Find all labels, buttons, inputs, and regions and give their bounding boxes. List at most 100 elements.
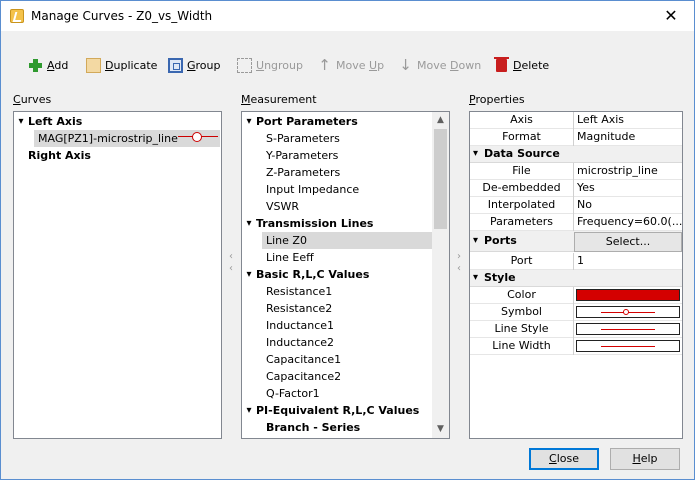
measurement-item[interactable]: Z-Parameters	[266, 164, 340, 181]
prop-name: De-embedded	[470, 180, 574, 197]
splitter-left[interactable]: ‹ ‹	[227, 251, 235, 291]
measurement-item[interactable]: Resistance2	[266, 300, 332, 317]
move-down-label: Move Down	[417, 58, 482, 72]
title-bar: Manage Curves - Z0_vs_Width ✕	[1, 1, 694, 31]
symbol-swatch[interactable]	[576, 306, 680, 318]
tree-node-left-axis[interactable]: Left Axis	[28, 113, 82, 130]
duplicate-label: Duplicate	[105, 58, 158, 72]
arrow-up-icon: ↑	[318, 55, 331, 74]
measurement-item[interactable]: Line Z0	[266, 232, 307, 249]
move-down-button[interactable]: ↓ Move Down	[398, 55, 481, 75]
prop-row-color[interactable]: Color	[470, 287, 682, 304]
trash-icon	[494, 56, 509, 72]
prop-row-deembedded[interactable]: De-embedded Yes	[470, 180, 682, 197]
scroll-down-icon[interactable]: ▼	[432, 421, 449, 438]
ungroup-icon	[237, 57, 252, 73]
measurement-item[interactable]: Branch - Series	[266, 419, 360, 436]
tree-node-right-axis[interactable]: Right Axis	[28, 147, 91, 164]
chevron-right-icon: ›	[457, 251, 461, 262]
prop-value[interactable]: No	[574, 197, 682, 214]
move-up-label: Move Up	[336, 58, 385, 72]
group-icon	[168, 57, 183, 73]
measurement-item[interactable]: Inductance2	[266, 334, 334, 351]
measurement-item[interactable]: Q-Factor1	[266, 385, 320, 402]
prop-value[interactable]: Frequency=60.0(...	[574, 214, 682, 231]
measurement-item[interactable]: S-Parameters	[266, 130, 340, 147]
measurement-item[interactable]: Inductance1	[266, 317, 334, 334]
prop-row-format[interactable]: Format Magnitude	[470, 129, 682, 146]
collapse-icon[interactable]: ▾	[16, 113, 26, 130]
prop-row-file[interactable]: File microstrip_line	[470, 163, 682, 180]
move-up-button[interactable]: ↑ Move Up	[317, 55, 384, 75]
prop-value[interactable]: Magnitude	[574, 129, 682, 146]
measurement-tree[interactable]: ▾ Port Parameters S-Parameters Y-Parameters…	[241, 111, 450, 439]
prop-row-interpolated[interactable]: Interpolated No	[470, 197, 682, 214]
prop-name: Parameters	[470, 214, 574, 231]
prop-row-parameters[interactable]: Parameters Frequency=60.0(...	[470, 214, 682, 231]
window-title: Manage Curves - Z0_vs_Width	[31, 9, 213, 23]
measurement-item[interactable]: Capacitance2	[266, 368, 341, 385]
collapse-icon[interactable]: ▾	[244, 215, 254, 232]
scroll-up-icon[interactable]: ▲	[432, 112, 449, 129]
prop-name: Interpolated	[470, 197, 574, 214]
prop-value[interactable]: 1	[574, 253, 682, 270]
group-label: Group	[187, 58, 221, 72]
scroll-thumb[interactable]	[434, 129, 447, 229]
duplicate-icon	[86, 57, 101, 73]
color-swatch[interactable]	[576, 289, 680, 301]
prop-value[interactable]: Yes	[574, 180, 682, 197]
help-button[interactable]: Help	[610, 448, 680, 470]
ports-label: Ports	[484, 234, 517, 247]
prop-row-axis[interactable]: Axis Left Axis	[470, 112, 682, 129]
measurement-category[interactable]: Transmission Lines	[256, 215, 373, 232]
close-button[interactable]: Close	[529, 448, 599, 470]
manage-curves-dialog: Manage Curves - Z0_vs_Width ✕ Add Duplic…	[0, 0, 695, 480]
delete-button[interactable]: Delete	[494, 55, 549, 75]
add-label: Add	[47, 58, 69, 72]
properties-grid: Axis Left Axis Format Magnitude Data Sou…	[469, 111, 683, 439]
measurement-category[interactable]: Basic R,L,C Values	[256, 266, 369, 283]
duplicate-button[interactable]: Duplicate	[86, 55, 157, 75]
prop-category-data-source[interactable]: Data Source	[470, 146, 682, 163]
line-width-swatch[interactable]	[576, 340, 680, 352]
chevron-left-icon: ‹	[457, 263, 461, 274]
measurement-scrollbar[interactable]: ▲ ▼	[432, 112, 449, 438]
curves-tree[interactable]: ▾ Left Axis MAG[PZ1]-microstrip_line Rig…	[13, 111, 222, 439]
tree-node-curve[interactable]: MAG[PZ1]-microstrip_line	[38, 130, 178, 147]
prop-row-line-width[interactable]: Line Width	[470, 338, 682, 355]
select-ports-button[interactable]: Select...	[574, 232, 682, 252]
group-button[interactable]: Group	[168, 55, 221, 75]
curves-label: Curves	[13, 93, 52, 106]
prop-row-symbol[interactable]: Symbol	[470, 304, 682, 321]
prop-name: Line Style	[470, 321, 574, 338]
measurement-item[interactable]: VSWR	[266, 198, 299, 215]
prop-name: Format	[470, 129, 574, 146]
prop-name: Symbol	[470, 304, 574, 321]
prop-row-port[interactable]: Port 1	[470, 253, 682, 270]
chevron-left-icon: ‹	[229, 251, 233, 262]
measurement-item[interactable]: Capacitance1	[266, 351, 341, 368]
line-style-swatch[interactable]	[576, 323, 680, 335]
collapse-icon[interactable]: ▾	[244, 266, 254, 283]
prop-name: Port	[470, 253, 574, 270]
ungroup-button[interactable]: Ungroup	[237, 55, 303, 75]
collapse-icon[interactable]: ▾	[244, 113, 254, 130]
prop-name: Color	[470, 287, 574, 304]
measurement-category[interactable]: PI-Equivalent R,L,C Values	[256, 402, 419, 419]
measurement-item[interactable]: Y-Parameters	[266, 147, 338, 164]
prop-name: Line Width	[470, 338, 574, 355]
collapse-icon[interactable]: ▾	[244, 402, 254, 419]
prop-category-style[interactable]: Style	[470, 270, 682, 287]
app-icon	[10, 9, 24, 23]
measurement-category[interactable]: Port Parameters	[256, 113, 358, 130]
add-button[interactable]: Add	[28, 55, 68, 75]
toolbar: Add Duplicate Group Ungroup ↑ Move Up ↓ …	[1, 51, 694, 79]
measurement-item[interactable]: Line Eeff	[266, 249, 314, 266]
close-window-button[interactable]: ✕	[652, 5, 690, 27]
prop-value[interactable]: microstrip_line	[574, 163, 682, 180]
measurement-item[interactable]: Input Impedance	[266, 181, 359, 198]
measurement-item[interactable]: Resistance1	[266, 283, 332, 300]
prop-row-line-style[interactable]: Line Style	[470, 321, 682, 338]
prop-value[interactable]: Left Axis	[574, 112, 682, 129]
splitter-right[interactable]: › ‹	[455, 251, 463, 291]
